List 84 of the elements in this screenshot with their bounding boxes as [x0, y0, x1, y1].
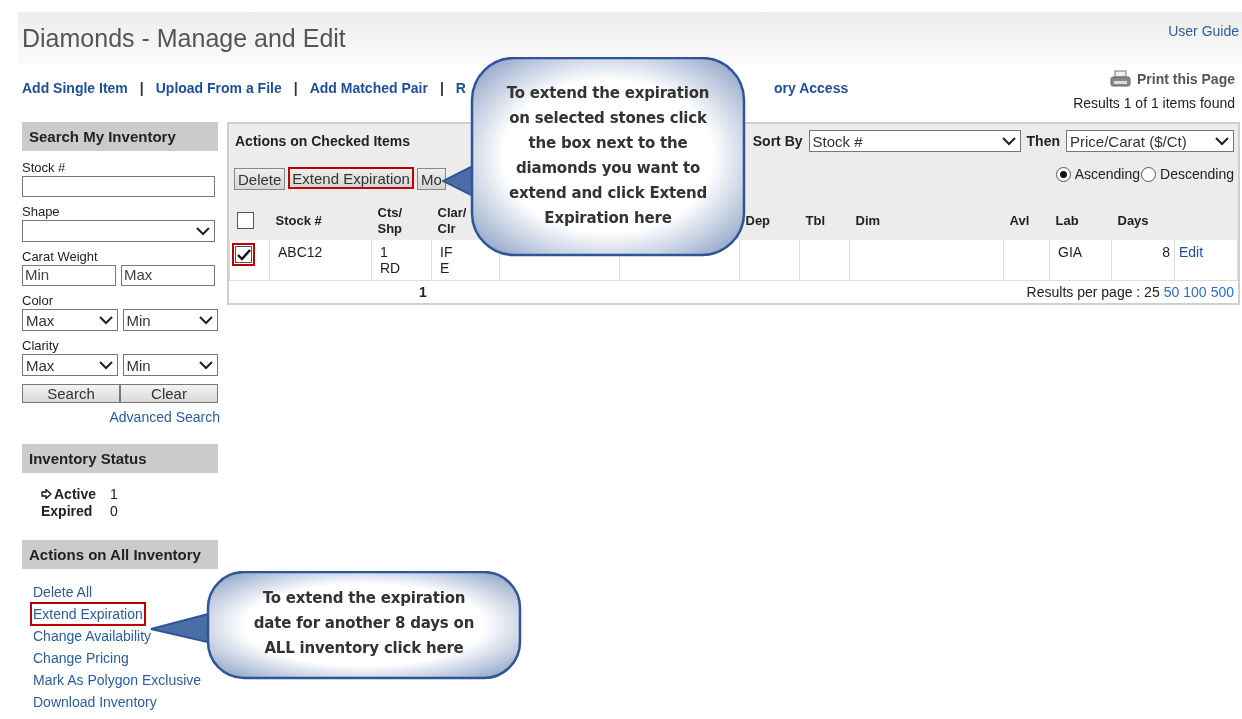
status-label[interactable]: Expired	[41, 502, 93, 519]
action-link[interactable]: Change Pricing	[30, 646, 132, 670]
page-number[interactable]: 1	[419, 283, 427, 300]
table-cell: 1 RD	[371, 240, 432, 280]
radio-button[interactable]	[1055, 166, 1071, 182]
callout-text: To extend the expiration on selected stones click the box next to the diamonds you want to extend and click Extend Expiration here	[505, 83, 711, 229]
column-header: Dim	[849, 202, 1004, 240]
action-button[interactable]: Mo	[416, 168, 446, 190]
action-button[interactable]: Extend Expiration	[288, 167, 414, 189]
column-header: Cts/ Shp	[371, 202, 432, 240]
printer-icon	[1109, 70, 1131, 88]
search-button[interactable]: Search	[22, 384, 120, 403]
nav-link[interactable]: Upload From a File	[155, 80, 282, 96]
radio-label: Ascending	[1074, 166, 1141, 182]
panel-title: Actions on Checked Items	[235, 133, 411, 149]
status-label[interactable]: Active	[54, 485, 97, 502]
caret-icon	[98, 360, 113, 370]
field-label: Color	[22, 293, 55, 308]
dropdown[interactable]: Stock #	[808, 130, 1021, 152]
radio-label: Descending	[1160, 166, 1234, 182]
dropdown[interactable]: Max	[22, 309, 118, 331]
results-count: Results 1 of 1 items found	[1073, 95, 1235, 111]
edit-link[interactable]: Edit	[1179, 244, 1204, 260]
section-header: Inventory Status	[22, 444, 218, 473]
table-cell: ABC12	[269, 240, 372, 280]
status-count: 1	[110, 485, 118, 502]
dropdown[interactable]: Min	[122, 309, 218, 331]
separator: |	[439, 80, 444, 96]
action-link[interactable]: Download Inventory	[30, 690, 160, 714]
print-link[interactable]: Print this Page	[1109, 70, 1235, 88]
separator: |	[293, 80, 298, 96]
table-cell: IF E	[431, 240, 500, 280]
dropdown[interactable]: Max	[22, 354, 118, 376]
checkbox[interactable]	[236, 212, 254, 229]
per-page-label: Results per page : 25	[1026, 283, 1160, 300]
column-header: Tbl	[799, 202, 850, 240]
action-button[interactable]: Delete	[234, 168, 286, 190]
field-label: Shape	[22, 204, 61, 219]
caret-icon	[98, 315, 113, 325]
action-link[interactable]: Mark As Polygon Exclusive	[30, 668, 205, 692]
dropdown[interactable]: Price/Carat ($/Ct)	[1066, 130, 1234, 152]
section-header: Actions on All Inventory	[22, 540, 218, 569]
field-label: Stock #	[22, 160, 67, 175]
per-page-link[interactable]: 50	[1163, 283, 1180, 300]
nav-link[interactable]: Add Single Item	[22, 80, 128, 96]
column-header: Clar/ Clr	[431, 202, 500, 240]
column-header: Lab	[1049, 202, 1112, 240]
table-cell: GIA	[1049, 240, 1112, 280]
advanced-search-link[interactable]: Advanced Search	[22, 409, 220, 425]
caret-icon	[196, 226, 210, 236]
table-cell: 8	[1111, 240, 1175, 280]
per-page-link[interactable]: 100	[1183, 283, 1207, 300]
status-count: 0	[110, 502, 118, 519]
action-link[interactable]: Delete All	[30, 580, 96, 604]
field-label: Carat Weight	[22, 249, 99, 264]
column-header: Stock #	[269, 202, 372, 240]
per-page-link[interactable]: 500	[1210, 283, 1234, 300]
section-header: Search My Inventory	[22, 122, 218, 151]
nav-link[interactable]: Add Matched Pair	[309, 80, 428, 96]
input-field[interactable]: Min	[22, 265, 116, 286]
nav-link[interactable]: R	[455, 80, 466, 96]
action-link[interactable]: Extend Expiration	[30, 602, 146, 626]
sort-label: Sort By	[752, 133, 803, 149]
radio-button[interactable]	[1141, 166, 1157, 182]
caret-icon	[1215, 136, 1229, 146]
clear-button[interactable]: Clear	[120, 384, 218, 403]
user-guide-link[interactable]: User Guide	[1168, 23, 1239, 39]
dropdown[interactable]: Min	[122, 354, 218, 376]
then-label: Then	[1026, 133, 1060, 149]
field-label: Clarity	[22, 338, 60, 353]
separator: |	[139, 80, 144, 96]
caret-icon	[199, 360, 213, 370]
column-header: Days	[1111, 202, 1175, 240]
caret-icon	[1001, 136, 1016, 146]
nav-link[interactable]: ory Access	[774, 80, 849, 96]
callout-text: To extend the expiration date for another 8 days on ALL inventory click here	[252, 588, 476, 659]
dropdown[interactable]	[22, 220, 215, 242]
caret-icon	[199, 315, 213, 325]
input-field[interactable]: Max	[121, 265, 215, 286]
input-field[interactable]	[22, 176, 215, 197]
column-header: Dep	[739, 202, 800, 240]
page-title: Diamonds - Manage and Edit	[22, 24, 346, 53]
action-link[interactable]: Change Availability	[30, 624, 155, 648]
column-header: Avl	[1003, 202, 1050, 240]
